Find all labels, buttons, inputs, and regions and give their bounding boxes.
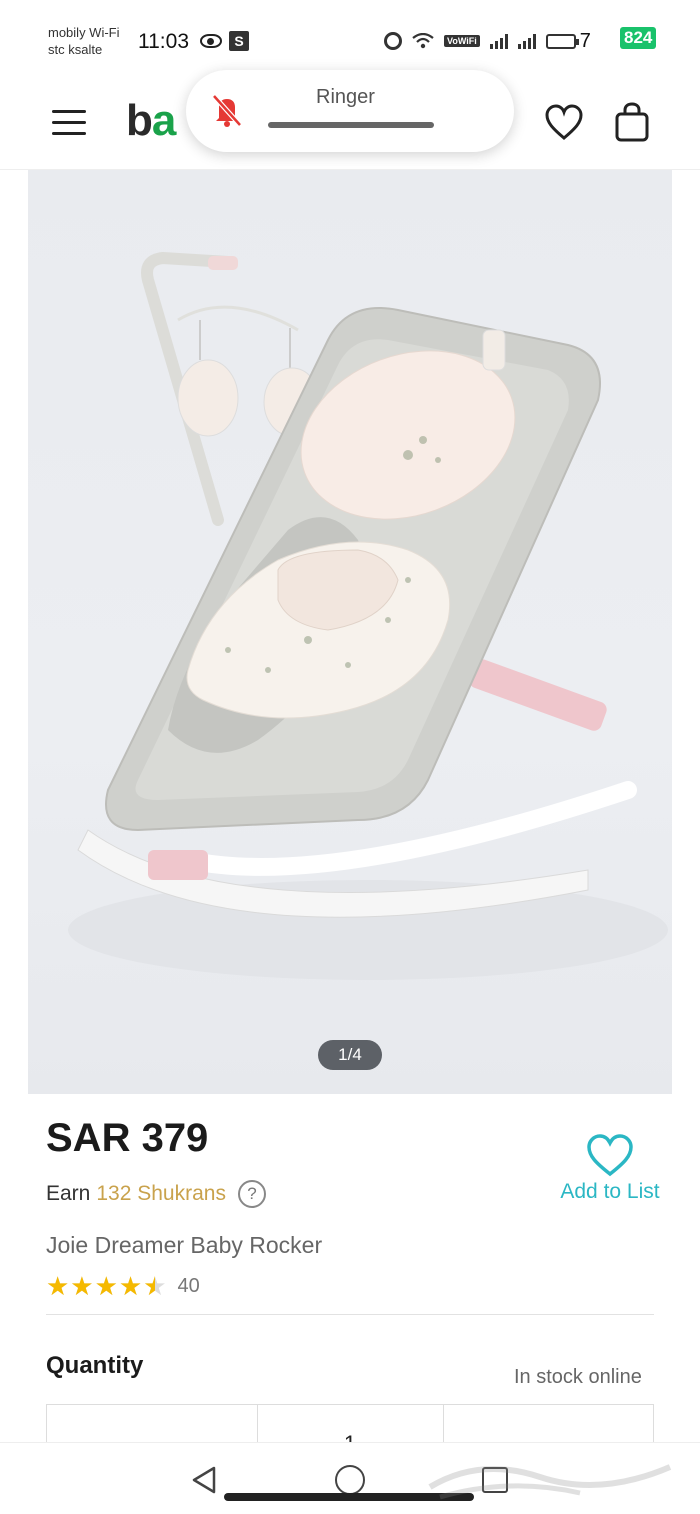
- s-app-icon: S: [229, 31, 249, 51]
- product-image[interactable]: [28, 170, 672, 1094]
- eye-icon: [200, 34, 222, 48]
- add-to-list-label: Add to List: [560, 1180, 660, 1203]
- earn-label: Earn: [46, 1182, 91, 1205]
- watermark-logo: [428, 1464, 672, 1500]
- logo[interactable]: ba: [126, 96, 177, 146]
- logo-letter-a: a: [151, 96, 177, 145]
- carrier-line-1: mobily Wi-Fi: [48, 25, 120, 40]
- star-rating: ★★★★★ ★★★★★: [46, 1272, 168, 1300]
- back-icon[interactable]: [190, 1465, 218, 1495]
- baby-rocker-illustration: [68, 251, 668, 980]
- battery-icon: [545, 33, 579, 49]
- rating-row[interactable]: ★★★★★ ★★★★★ 40: [46, 1272, 200, 1300]
- ringer-volume-slider[interactable]: [268, 122, 434, 128]
- bag-icon[interactable]: [614, 102, 650, 142]
- gallery-counter: 1/4: [318, 1040, 382, 1070]
- vowifi-badge: VoWiFi: [444, 35, 480, 47]
- shukrans-earn: Earn 132 Shukrans ?: [46, 1180, 266, 1208]
- stock-status: In stock online: [514, 1366, 642, 1388]
- product-name: Joie Dreamer Baby Rocker: [46, 1232, 323, 1258]
- review-count: 40: [177, 1274, 200, 1297]
- status-bar: mobily Wi-Fi stc ksalte 11:03 S VoWiFi 7…: [0, 0, 700, 68]
- signal-icon: [489, 33, 508, 49]
- notification-badge: 824: [620, 27, 657, 49]
- menu-icon[interactable]: [52, 110, 86, 136]
- logo-letter-b: b: [126, 96, 153, 145]
- ringer-popup[interactable]: Ringer: [186, 70, 514, 152]
- signal-icon-2: [517, 33, 536, 49]
- carrier-line-2: stc ksalte: [48, 42, 103, 57]
- wifi-icon: [412, 33, 434, 49]
- quantity-title: Quantity: [46, 1352, 144, 1379]
- stars-filled: ★★★★★: [46, 1272, 155, 1300]
- status-icons: VoWiFi 7: [384, 30, 591, 52]
- divider: [46, 1314, 654, 1315]
- help-icon[interactable]: ?: [237, 1180, 266, 1208]
- status-time: 11:03: [138, 30, 189, 53]
- ringer-label: Ringer: [316, 86, 375, 108]
- heart-icon: [587, 1134, 633, 1177]
- wishlist-heart-icon[interactable]: [544, 104, 584, 142]
- product-price: SAR 379: [46, 1116, 209, 1160]
- add-to-list-button[interactable]: Add to List: [550, 1134, 670, 1204]
- shukrans-value: 132 Shukrans: [96, 1182, 226, 1205]
- system-nav-bar: [0, 1442, 700, 1514]
- battery-level: 7: [579, 29, 591, 52]
- home-icon[interactable]: [335, 1465, 365, 1495]
- muted-bell-icon: [212, 94, 242, 127]
- carrier-info: mobily Wi-Fi stc ksalte: [48, 24, 120, 58]
- alarm-icon: [384, 32, 402, 50]
